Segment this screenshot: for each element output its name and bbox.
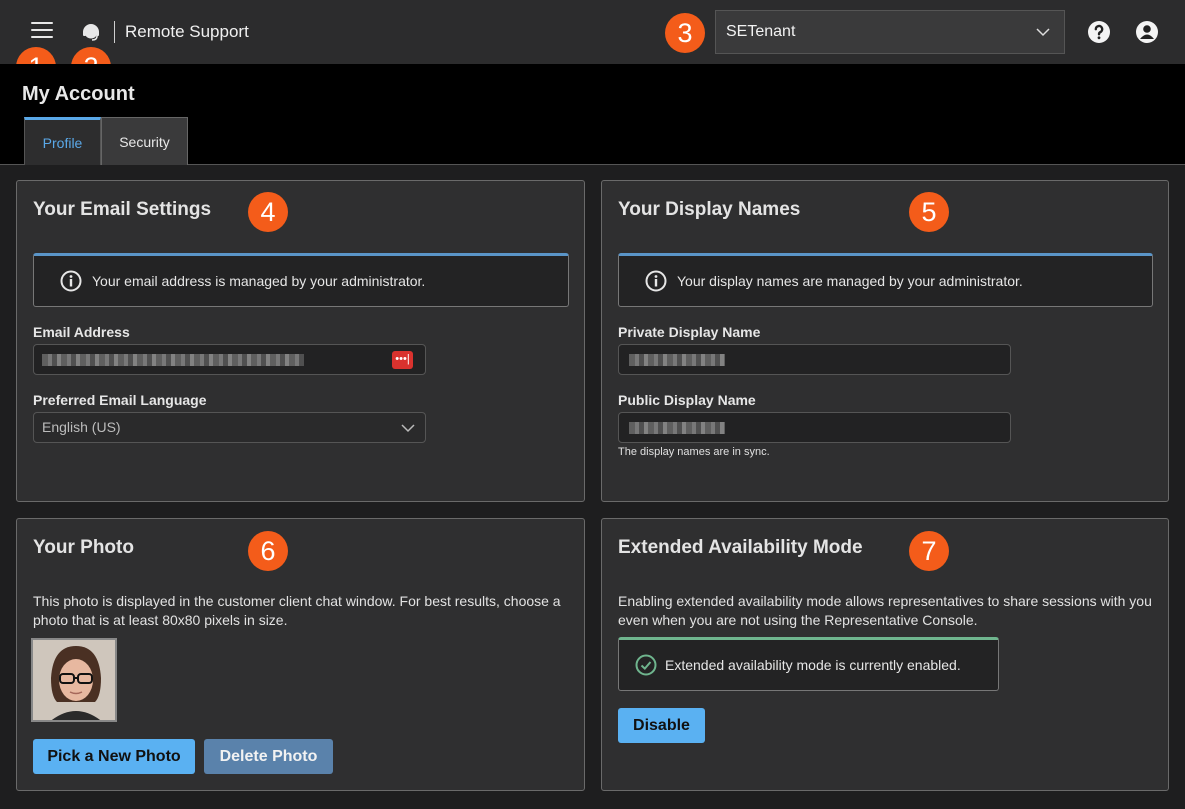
info-icon bbox=[645, 270, 667, 292]
photo-title: Your Photo bbox=[33, 537, 134, 558]
language-select[interactable]: English (US) bbox=[33, 412, 426, 443]
email-label: Email Address bbox=[33, 324, 130, 340]
callout-6: 6 bbox=[248, 531, 288, 571]
display-names-title: Your Display Names bbox=[618, 199, 801, 220]
help-icon[interactable] bbox=[1087, 20, 1111, 44]
profile-photo-image bbox=[33, 640, 115, 720]
pick-photo-button[interactable]: Pick a New Photo bbox=[33, 739, 195, 774]
email-settings-card: Your Email Settings Your email address i… bbox=[16, 180, 585, 502]
display-names-notice: Your display names are managed by your a… bbox=[618, 253, 1153, 307]
email-field[interactable]: •••| bbox=[33, 344, 426, 375]
menu-icon[interactable] bbox=[31, 22, 53, 42]
language-select-value: English (US) bbox=[42, 419, 121, 435]
disable-button[interactable]: Disable bbox=[618, 708, 705, 743]
callout-3: 3 bbox=[665, 13, 705, 53]
availability-card: Extended Availability Mode Enabling exte… bbox=[601, 518, 1169, 791]
tenant-select-value: SETenant bbox=[726, 23, 796, 40]
app-title: Remote Support bbox=[125, 22, 249, 41]
public-name-field[interactable] bbox=[618, 412, 1011, 443]
display-names-card: Your Display Names Your display names ar… bbox=[601, 180, 1169, 502]
display-names-notice-text: Your display names are managed by your a… bbox=[677, 273, 1023, 289]
language-label: Preferred Email Language bbox=[33, 392, 207, 408]
password-manager-icon[interactable]: •••| bbox=[392, 351, 413, 369]
availability-title: Extended Availability Mode bbox=[618, 537, 863, 558]
callout-4: 4 bbox=[248, 192, 288, 232]
top-bar: Remote Support SETenant bbox=[0, 0, 1185, 64]
public-name-label: Public Display Name bbox=[618, 392, 756, 408]
email-notice: Your email address is managed by your ad… bbox=[33, 253, 569, 307]
tenant-select[interactable]: SETenant bbox=[715, 10, 1065, 54]
info-icon bbox=[60, 270, 82, 292]
profile-photo bbox=[31, 638, 117, 722]
private-name-field[interactable] bbox=[618, 344, 1011, 375]
redacted-public-name bbox=[629, 422, 725, 434]
delete-photo-button[interactable]: Delete Photo bbox=[204, 739, 333, 774]
photo-card: Your Photo This photo is displayed in th… bbox=[16, 518, 585, 791]
email-notice-text: Your email address is managed by your ad… bbox=[92, 273, 426, 289]
tab-security[interactable]: Security bbox=[101, 117, 188, 165]
availability-status: Extended availability mode is currently … bbox=[618, 637, 999, 691]
sync-hint: The display names are in sync. bbox=[618, 446, 770, 458]
page-title: My Account bbox=[22, 83, 135, 105]
private-name-label: Private Display Name bbox=[618, 324, 761, 340]
photo-description: This photo is displayed in the customer … bbox=[33, 593, 561, 628]
headset-icon bbox=[83, 24, 99, 41]
availability-status-text: Extended availability mode is currently … bbox=[665, 657, 961, 673]
email-settings-title: Your Email Settings bbox=[33, 199, 212, 220]
redacted-private-name bbox=[629, 354, 725, 366]
availability-description: Enabling extended availability mode allo… bbox=[618, 593, 1152, 628]
chevron-down-icon bbox=[1036, 28, 1050, 37]
redacted-email bbox=[42, 354, 304, 366]
header-divider bbox=[114, 21, 115, 43]
tab-profile[interactable]: Profile bbox=[24, 117, 101, 165]
chevron-down-icon bbox=[401, 424, 415, 433]
check-circle-icon bbox=[635, 654, 657, 676]
user-icon[interactable] bbox=[1135, 20, 1159, 44]
callout-5: 5 bbox=[909, 192, 949, 232]
callout-7: 7 bbox=[909, 531, 949, 571]
